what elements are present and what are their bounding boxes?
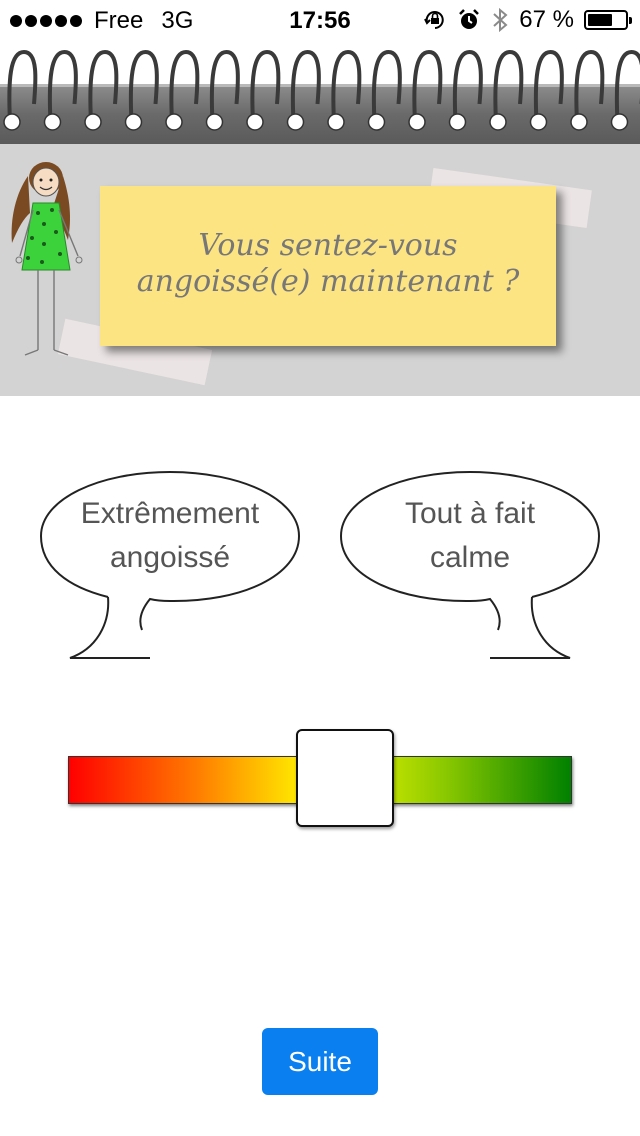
question-line-1: Vous sentez-vous	[198, 228, 458, 263]
status-icons: 67 %	[423, 6, 632, 34]
alarm-icon	[459, 9, 480, 29]
girl-illustration	[11, 162, 83, 356]
left-speech-bubble: Extrêmement angoissé	[38, 470, 302, 660]
battery-fill	[588, 14, 613, 26]
binding-hole	[529, 113, 548, 131]
binding-hole	[124, 113, 143, 131]
binding-hole	[43, 113, 62, 131]
anxiety-slider-thumb[interactable]	[296, 729, 395, 827]
status-bar: Free 3G 17:56 67 %	[0, 0, 640, 40]
binding-hole	[570, 113, 588, 131]
binding-hole	[165, 113, 183, 131]
binding-hole	[610, 113, 629, 131]
binding-hole	[489, 113, 507, 131]
right-label-line-2: calme	[429, 541, 511, 574]
binding-hole	[286, 113, 305, 131]
binding-hole	[246, 113, 264, 131]
extreme-anxiety-label: Extrêmement angoissé	[38, 492, 302, 580]
binding-hole	[367, 113, 386, 131]
binding-hole	[327, 113, 345, 131]
question-line-2: angoissé(e) maintenant ?	[136, 264, 520, 299]
right-speech-bubble: Tout à fait calme	[338, 470, 602, 660]
binding-hole	[408, 113, 426, 131]
battery-icon	[584, 10, 632, 30]
binding-hole	[84, 113, 102, 131]
binding-hole	[3, 113, 21, 131]
battery-percent: 67 %	[519, 6, 574, 33]
left-label-line-2: angoissé	[109, 541, 231, 574]
next-button[interactable]: Suite	[262, 1028, 378, 1095]
question-sticky-note: Vous sentez-vous angoissé(e) maintenant …	[100, 186, 556, 346]
left-label-line-1: Extrêmement	[80, 497, 260, 530]
binding-hole	[205, 113, 224, 131]
right-label-line-1: Tout à fait	[404, 497, 536, 530]
bluetooth-icon	[493, 7, 508, 33]
spiral-binding	[0, 49, 640, 144]
orientation-lock-icon	[424, 11, 445, 29]
question-text: Vous sentez-vous angoissé(e) maintenant …	[100, 228, 556, 300]
binding-hole	[448, 113, 467, 131]
calm-label: Tout à fait calme	[338, 492, 602, 580]
